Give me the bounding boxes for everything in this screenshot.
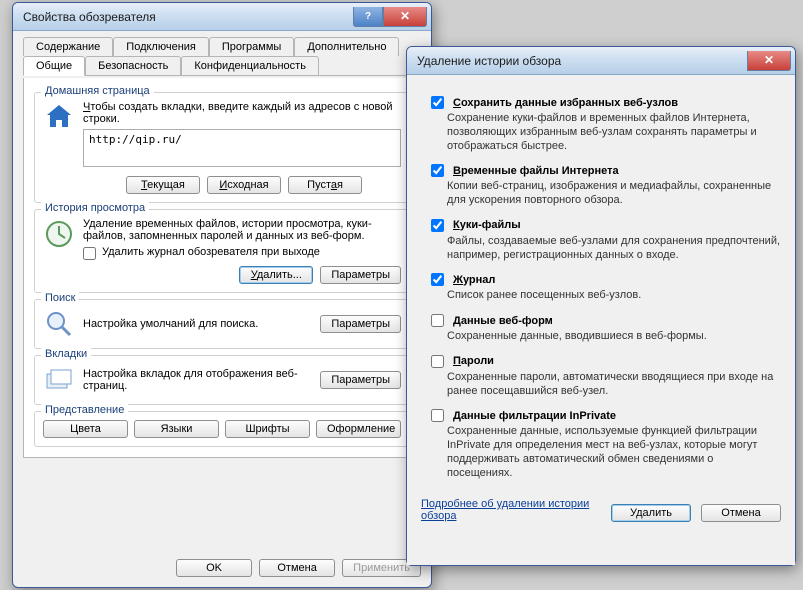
group-history: История просмотра Удаление временных фай… <box>34 209 410 293</box>
close-icon: ✕ <box>764 53 774 67</box>
close-icon: ✕ <box>400 9 410 23</box>
search-icon <box>43 308 75 340</box>
tabs-desc: Настройка вкладок для отображения веб-ст… <box>83 368 312 392</box>
group-search-legend: Поиск <box>41 292 79 304</box>
cancel-button[interactable]: Отмена <box>259 559 335 577</box>
delete-history-content: Сохранить данные избранных веб-узлов Сохр… <box>407 75 795 565</box>
window-title: Удаление истории обзора <box>417 54 747 68</box>
group-history-legend: История просмотра <box>41 202 149 214</box>
delete-option-checkbox[interactable] <box>431 409 444 422</box>
learn-more-link[interactable]: Подробнее об удалении истории обзора <box>421 498 601 522</box>
delete-option-title: Куки-файлы <box>453 219 521 231</box>
homepage-initial-button[interactable]: Исходная <box>207 176 281 194</box>
help-button[interactable]: ? <box>353 7 383 27</box>
delete-option: Сохранить данные избранных веб-узлов Сохр… <box>427 93 781 153</box>
delete-option: Данные фильтрации InPrivate Сохраненные д… <box>427 406 781 480</box>
delete-option-title: Временные файлы Интернета <box>453 165 619 177</box>
delete-on-exit-label: Удалить журнал обозревателя при выходе <box>102 246 320 258</box>
group-tabs: Вкладки Настройка вкладок для отображени… <box>34 355 410 405</box>
fonts-button[interactable]: Шрифты <box>225 420 310 438</box>
history-desc: Удаление временных файлов, истории просм… <box>83 218 401 242</box>
delete-option-desc: Список ранее посещенных веб-узлов. <box>447 289 781 303</box>
tab-strip: Содержание Подключения Программы Дополни… <box>23 37 421 76</box>
delete-option-desc: Сохраненные пароли, автоматически вводящ… <box>447 371 781 399</box>
close-button[interactable]: ✕ <box>747 51 791 71</box>
group-search: Поиск Настройка умолчаний для поиска. Па… <box>34 299 410 349</box>
delete-option-checkbox[interactable] <box>431 273 444 286</box>
tab-privacy[interactable]: Конфиденциальность <box>181 56 319 75</box>
accessibility-button[interactable]: Оформление <box>316 420 401 438</box>
delete-option-desc: Сохранение куки-файлов и временных файло… <box>447 112 781 153</box>
window-buttons: ? ✕ <box>353 7 427 27</box>
delete-option-desc: Файлы, создаваемые веб-узлами для сохран… <box>447 235 781 263</box>
homepage-current-button[interactable]: Текущая <box>126 176 200 194</box>
home-icon <box>43 101 75 133</box>
delete-option-desc: Сохраненные данные, используемые функцие… <box>447 425 781 480</box>
tabs-settings-button[interactable]: Параметры <box>320 371 401 389</box>
delete-option: Журнал Список ранее посещенных веб-узлов. <box>427 270 781 303</box>
group-homepage-legend: Домашняя страница <box>41 85 154 97</box>
delete-option-checkbox[interactable] <box>431 96 444 109</box>
group-appearance-legend: Представление <box>41 404 128 416</box>
delete-option: Временные файлы Интернета Копии веб-стран… <box>427 161 781 208</box>
delete-history-window: Удаление истории обзора ✕ Сохранить данн… <box>406 46 796 566</box>
titlebar[interactable]: Удаление истории обзора ✕ <box>407 47 795 75</box>
homepage-url-input[interactable] <box>83 129 401 167</box>
languages-button[interactable]: Языки <box>134 420 219 438</box>
ok-button[interactable]: OK <box>176 559 252 577</box>
delete-option-checkbox[interactable] <box>431 219 444 232</box>
group-tabs-legend: Вкладки <box>41 348 91 360</box>
close-button[interactable]: ✕ <box>383 7 427 27</box>
tab-connections[interactable]: Подключения <box>113 37 209 56</box>
search-settings-button[interactable]: Параметры <box>320 315 401 333</box>
titlebar[interactable]: Свойства обозревателя ? ✕ <box>13 3 431 31</box>
delete-option-title: Данные фильтрации InPrivate <box>453 410 616 422</box>
delete-option-desc: Сохраненные данные, вводившиеся в веб-фо… <box>447 330 781 344</box>
colors-button[interactable]: Цвета <box>43 420 128 438</box>
help-icon: ? <box>365 11 371 22</box>
history-icon <box>43 218 75 250</box>
tab-security[interactable]: Безопасность <box>85 56 181 75</box>
search-desc: Настройка умолчаний для поиска. <box>83 318 312 330</box>
delete-history-button[interactable]: Удалить... <box>239 266 313 284</box>
homepage-hint: Чтобы создать вкладки, введите каждый из… <box>83 101 401 125</box>
delete-option-checkbox[interactable] <box>431 164 444 177</box>
delete-on-exit-checkbox[interactable] <box>83 247 96 260</box>
internet-options-window: Свойства обозревателя ? ✕ Содержание Под… <box>12 2 432 588</box>
delete-button[interactable]: Удалить <box>611 504 691 522</box>
tab-content[interactable]: Содержание <box>23 37 113 56</box>
delete-option-title: Журнал <box>453 274 495 286</box>
delete-option-desc: Копии веб-страниц, изображения и медиафа… <box>447 180 781 208</box>
cancel-button[interactable]: Отмена <box>701 504 781 522</box>
tab-programs[interactable]: Программы <box>209 37 294 56</box>
delete-option-checkbox[interactable] <box>431 314 444 327</box>
window-title: Свойства обозревателя <box>23 10 353 24</box>
delete-option-title: Пароли <box>453 355 494 367</box>
group-homepage: Домашняя страница Чтобы создать вкладки,… <box>34 92 410 203</box>
delete-option-checkbox[interactable] <box>431 355 444 368</box>
tabs-icon <box>43 364 75 396</box>
group-appearance: Представление Цвета Языки Шрифты Оформле… <box>34 411 410 447</box>
delete-option-title: Данные веб-форм <box>453 315 553 327</box>
dialog-footer: OK Отмена Применить <box>13 551 431 587</box>
options-content: Содержание Подключения Программы Дополни… <box>13 31 431 551</box>
window-buttons: ✕ <box>747 51 791 71</box>
tab-pane-general: Домашняя страница Чтобы создать вкладки,… <box>23 78 421 458</box>
delete-option: Пароли Сохраненные пароли, автоматически … <box>427 352 781 399</box>
delete-option: Данные веб-форм Сохраненные данные, вводи… <box>427 311 781 344</box>
tab-general[interactable]: Общие <box>23 56 85 76</box>
delete-option-title: Сохранить данные избранных веб-узлов <box>453 97 678 109</box>
homepage-blank-button[interactable]: Пустая <box>288 176 362 194</box>
tab-advanced[interactable]: Дополнительно <box>294 37 399 56</box>
delete-option: Куки-файлы Файлы, создаваемые веб-узлами … <box>427 216 781 263</box>
history-settings-button[interactable]: Параметры <box>320 266 401 284</box>
